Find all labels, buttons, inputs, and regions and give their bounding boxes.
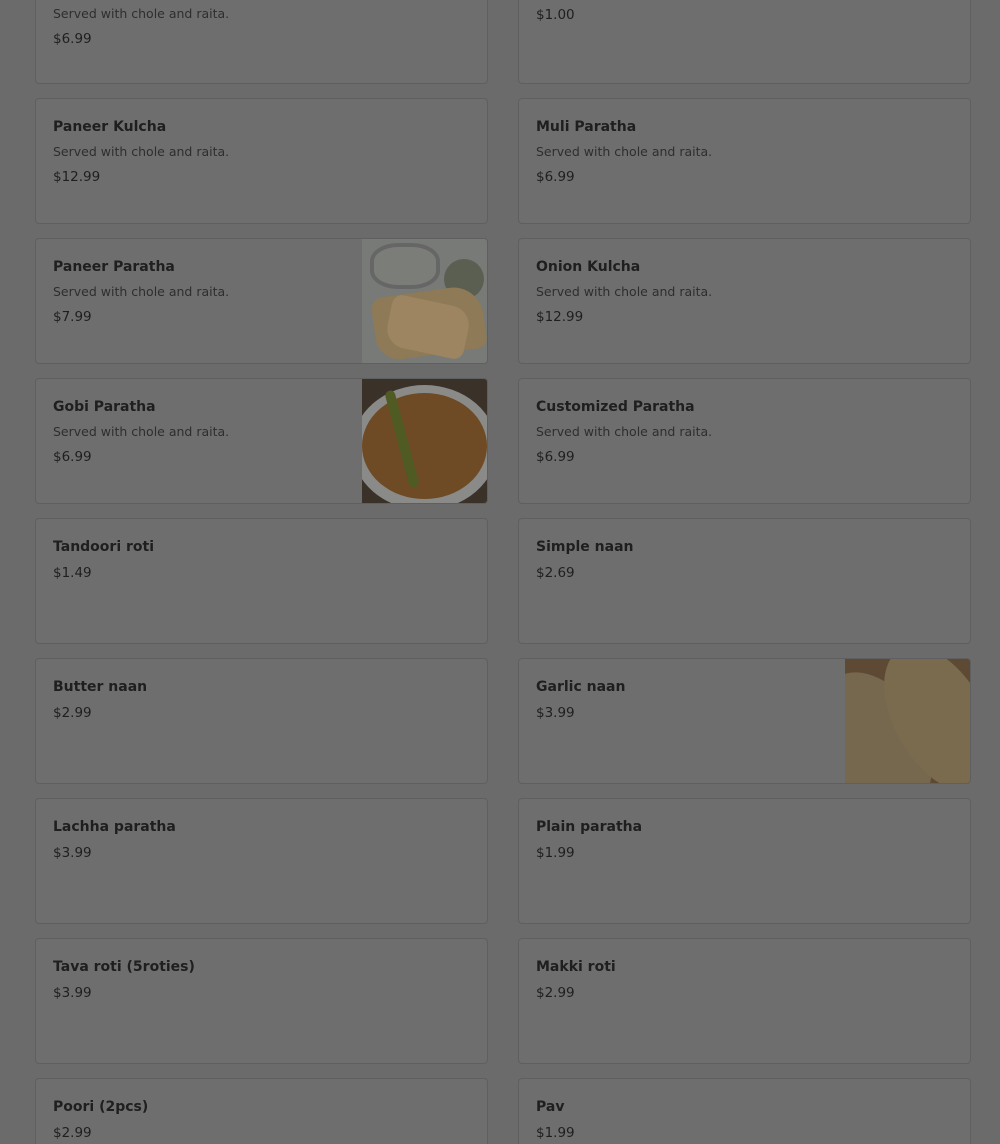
menu-item-card[interactable]: Muli Paratha Served with chole and raita… <box>518 98 971 224</box>
menu-item-card[interactable]: Paneer Kulcha Served with chole and rait… <box>35 98 488 224</box>
menu-item-card[interactable]: Butter naan $2.99 <box>35 658 488 784</box>
item-price: $3.99 <box>536 705 575 721</box>
item-description: Served with chole and raita. <box>53 144 230 159</box>
menu-item-card[interactable]: Pav $1.99 <box>518 1078 971 1144</box>
item-name: Gobi Paratha <box>53 399 156 415</box>
menu-item-card[interactable]: Simple naan $2.69 <box>518 518 971 644</box>
menu-item-card[interactable]: Plain paratha $1.99 <box>518 798 971 924</box>
item-name: Paneer Kulcha <box>53 119 167 135</box>
item-price: $2.99 <box>53 1125 92 1141</box>
paneer-paratha-photo <box>362 239 487 363</box>
menu-item-card[interactable]: Garlic naan $3.99 <box>518 658 971 784</box>
menu-item-card[interactable]: Served with chole and raita. $6.99 <box>35 0 488 84</box>
item-name: Lachha paratha <box>53 819 176 835</box>
item-price: $2.99 <box>536 985 575 1001</box>
item-description: Served with chole and raita. <box>53 284 230 299</box>
item-name: Simple naan <box>536 539 634 555</box>
menu-item-card[interactable]: Tava roti (5roties) $3.99 <box>35 938 488 1064</box>
item-name: Pav <box>536 1099 565 1115</box>
menu-item-card[interactable]: Poori (2pcs) $2.99 <box>35 1078 488 1144</box>
item-price: $1.49 <box>53 565 92 581</box>
item-price: $2.69 <box>536 565 575 581</box>
menu-item-card[interactable]: Paneer Paratha Served with chole and rai… <box>35 238 488 364</box>
item-price: $1.99 <box>536 845 575 861</box>
item-price: $6.99 <box>53 449 92 465</box>
item-price: $1.00 <box>536 7 575 23</box>
item-name: Onion Kulcha <box>536 259 641 275</box>
menu-item-card[interactable]: Tandoori roti $1.49 <box>35 518 488 644</box>
item-name: Tandoori roti <box>53 539 155 555</box>
menu-item-card[interactable]: $1.00 <box>518 0 971 84</box>
item-price: $12.99 <box>53 169 101 185</box>
item-name: Plain paratha <box>536 819 643 835</box>
menu-item-card[interactable]: Lachha paratha $3.99 <box>35 798 488 924</box>
item-description: Served with chole and raita. <box>536 424 713 439</box>
item-name: Butter naan <box>53 679 148 695</box>
item-name: Poori (2pcs) <box>53 1099 149 1115</box>
item-name: Customized Paratha <box>536 399 695 415</box>
garlic-naan-photo <box>845 659 970 783</box>
menu-item-card[interactable]: Gobi Paratha Served with chole and raita… <box>35 378 488 504</box>
item-price: $6.99 <box>53 31 92 47</box>
menu-item-card[interactable]: Customized Paratha Served with chole and… <box>518 378 971 504</box>
item-description: Served with chole and raita. <box>536 284 713 299</box>
item-price: $6.99 <box>536 449 575 465</box>
item-description: Served with chole and raita. <box>536 144 713 159</box>
item-name: Makki roti <box>536 959 616 975</box>
item-price: $3.99 <box>53 845 92 861</box>
item-name: Tava roti (5roties) <box>53 959 195 975</box>
item-name: Muli Paratha <box>536 119 637 135</box>
item-price: $1.99 <box>536 1125 575 1141</box>
item-description: Served with chole and raita. <box>53 424 230 439</box>
menu-item-card[interactable]: Makki roti $2.99 <box>518 938 971 1064</box>
menu-item-card[interactable]: Onion Kulcha Served with chole and raita… <box>518 238 971 364</box>
item-name: Paneer Paratha <box>53 259 175 275</box>
item-price: $2.99 <box>53 705 92 721</box>
item-price: $6.99 <box>536 169 575 185</box>
item-description: Served with chole and raita. <box>53 6 230 21</box>
gobi-paratha-photo <box>362 379 487 503</box>
item-price: $3.99 <box>53 985 92 1001</box>
item-price: $7.99 <box>53 309 92 325</box>
menu-grid: Served with chole and raita. $6.99 $1.00… <box>0 0 1000 1144</box>
item-name: Garlic naan <box>536 679 626 695</box>
item-price: $12.99 <box>536 309 584 325</box>
